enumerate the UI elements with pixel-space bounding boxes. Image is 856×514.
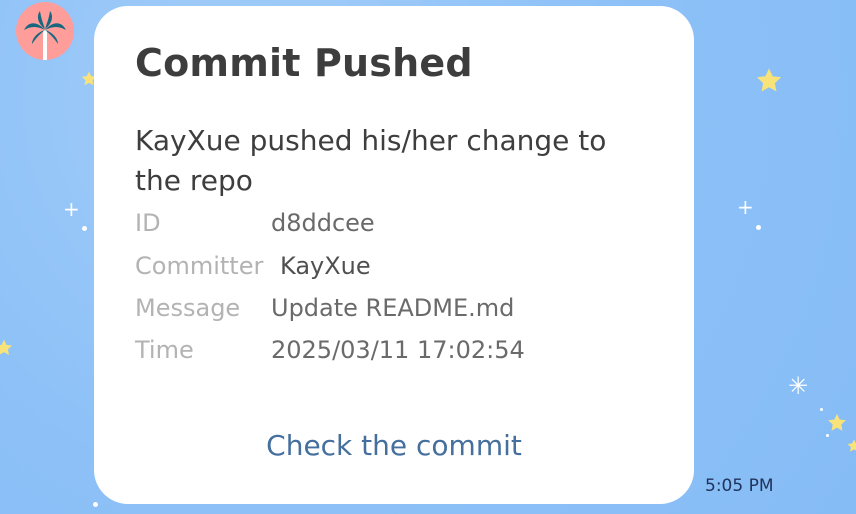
avatar[interactable]: [16, 2, 74, 60]
field-label-time: Time: [135, 336, 194, 364]
commit-card: Commit Pushed KayXue pushed his/her chan…: [94, 6, 694, 504]
card-description: KayXue pushed his/her change to the repo: [135, 124, 607, 197]
sparkle-dot: [93, 502, 98, 507]
sparkle-icon: +: [63, 197, 80, 221]
field-value-time: 2025/03/11 17:02:54: [271, 336, 525, 364]
star-icon: [828, 413, 846, 431]
sparkle-dot: [826, 434, 829, 437]
palm-tree-icon: [24, 11, 66, 60]
field-value-committer: KayXue: [280, 252, 371, 280]
field-label-committer: Committer: [135, 252, 264, 280]
field-label-message: Message: [135, 294, 241, 322]
sparkle-dot: [756, 225, 761, 230]
sparkle-icon: ✳: [788, 372, 809, 400]
card-title: Commit Pushed: [135, 41, 473, 85]
star-icon: [0, 339, 13, 355]
star-icon: [847, 439, 856, 452]
field-value-id: d8ddcee: [271, 209, 375, 237]
sparkle-dot: [82, 226, 87, 231]
sparkle-icon: +: [737, 195, 754, 219]
star-icon: [756, 68, 782, 92]
field-label-id: ID: [135, 209, 161, 237]
sparkle-dot: [820, 408, 823, 411]
field-value-message: Update README.md: [271, 294, 515, 322]
check-commit-link[interactable]: Check the commit: [94, 428, 694, 464]
message-timestamp: 5:05 PM: [705, 476, 774, 496]
